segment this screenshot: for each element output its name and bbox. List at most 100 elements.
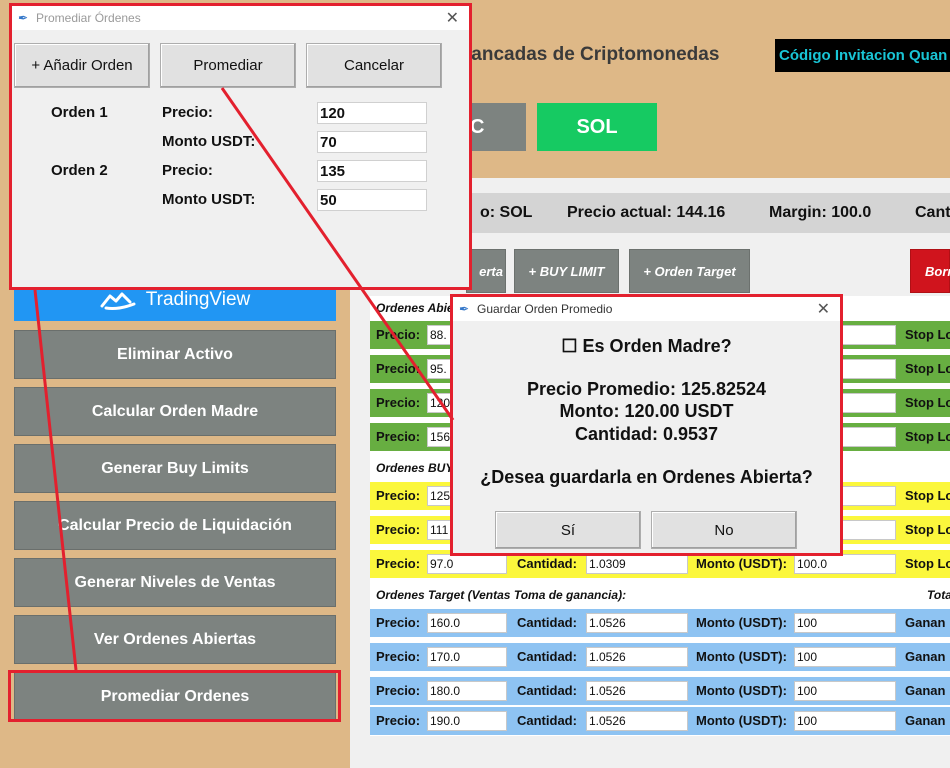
- coin-button-sol[interactable]: SOL: [537, 103, 657, 151]
- generar-buy-limits-button[interactable]: Generar Buy Limits: [14, 444, 336, 493]
- monto-field[interactable]: 100.0: [794, 554, 896, 574]
- precio-promedio-text: Precio Promedio: 125.82524: [526, 379, 767, 399]
- target-order-row: Precio: 160.0 Cantidad: 1.0526 Monto (US…: [370, 609, 950, 637]
- cantidad-field[interactable]: 1.0309: [586, 554, 688, 574]
- precio-label: Precio:: [376, 683, 421, 698]
- precio-field[interactable]: 160.0: [427, 613, 507, 633]
- stop-loss-label: Stop Lo: [905, 522, 950, 537]
- orden-2-precio-input[interactable]: 135: [317, 160, 427, 182]
- promediar-ordenes-dialog: ✒ Promediar Órdenes ✕ + Añadir Orden Pro…: [9, 3, 472, 290]
- monto-label: Monto (USDT):: [696, 615, 787, 630]
- orden-2-label: Orden 2: [51, 162, 108, 179]
- stop-loss-label: Stop Lo: [905, 488, 950, 503]
- monto-field[interactable]: 100: [794, 647, 896, 667]
- current-price-label: Precio actual: 144.16: [567, 204, 726, 221]
- add-buy-limit-button[interactable]: + BUY LIMIT: [514, 249, 619, 293]
- cantidad-label: Cantidad:: [517, 683, 577, 698]
- cancel-button[interactable]: Cancelar: [306, 43, 442, 88]
- ganancia-label: Ganan: [905, 649, 946, 664]
- target-total-label: Tota: [927, 588, 950, 602]
- target-order-row: Precio: 190.0 Cantidad: 1.0526 Monto (US…: [370, 707, 950, 735]
- precio-label: Precio:: [162, 162, 213, 179]
- precio-label: Precio:: [376, 361, 421, 376]
- ordenes-abiertas-title: Ordenes Abie: [376, 301, 454, 315]
- orden-1-precio-input[interactable]: 120: [317, 102, 427, 124]
- monto-label: Monto (USDT):: [696, 713, 787, 728]
- monto-label: Monto (USDT):: [696, 556, 787, 571]
- target-order-row: Precio: 180.0 Cantidad: 1.0526 Monto (US…: [370, 677, 950, 705]
- cantidad-field[interactable]: 1.0526: [586, 647, 688, 667]
- ganancia-label: Ganan: [905, 683, 946, 698]
- stop-loss-label: Stop Lo: [905, 556, 950, 571]
- precio-field[interactable]: 97.0: [427, 554, 507, 574]
- stop-loss-label: Stop Lo: [905, 429, 950, 444]
- precio-label: Precio:: [376, 615, 421, 630]
- add-order-button[interactable]: + Añadir Orden: [14, 43, 150, 88]
- cantidad-label: Cantidad:: [517, 649, 577, 664]
- margin-label: Margin: 100.0: [769, 204, 872, 221]
- dialog-title: Promediar Órdenes: [36, 11, 141, 25]
- close-icon[interactable]: ✕: [817, 299, 830, 319]
- ganancia-label: Ganan: [905, 713, 946, 728]
- ordenes-buy-title: Ordenes BUY: [376, 461, 454, 475]
- promediar-button[interactable]: Promediar: [160, 43, 296, 88]
- monto-usdt-label: Monto USDT:: [162, 191, 256, 208]
- yes-button[interactable]: Sí: [495, 511, 641, 549]
- precio-label: Precio:: [376, 327, 421, 342]
- cantidad-field[interactable]: 1.0526: [586, 711, 688, 731]
- feather-icon: ✒: [18, 11, 29, 25]
- close-icon[interactable]: ✕: [446, 8, 459, 28]
- calcular-precio-liquidacion-button[interactable]: Calcular Precio de Liquidación: [14, 501, 336, 550]
- eliminar-activo-button[interactable]: Eliminar Activo: [14, 330, 336, 379]
- precio-field[interactable]: 180.0: [427, 681, 507, 701]
- stop-loss-label: Stop Lo: [905, 395, 950, 410]
- alerta-button[interactable]: erta: [466, 249, 506, 293]
- monto-field[interactable]: 100: [794, 613, 896, 633]
- cantidad-label: Cantidad:: [517, 713, 577, 728]
- cantidad-field[interactable]: 1.0526: [586, 681, 688, 701]
- invite-code-badge[interactable]: Código Invitacion Quan: [775, 39, 950, 72]
- dialog-titlebar[interactable]: ✒ Promediar Órdenes ✕: [12, 6, 469, 30]
- cantidad-field[interactable]: 1.0526: [586, 613, 688, 633]
- dialog-titlebar[interactable]: ✒ Guardar Orden Promedio ✕: [453, 297, 840, 321]
- precio-field[interactable]: 170.0: [427, 647, 507, 667]
- target-order-row: Precio: 170.0 Cantidad: 1.0526 Monto (US…: [370, 643, 950, 671]
- borrar-button[interactable]: Borr: [910, 249, 950, 293]
- orden-1-label: Orden 1: [51, 104, 108, 121]
- cantidad-label: Cantidad:: [517, 556, 577, 571]
- cantidad-label: Cant: [915, 204, 950, 221]
- calcular-orden-madre-button[interactable]: Calcular Orden Madre: [14, 387, 336, 436]
- orden-madre-checkbox[interactable]: ☐ Es Orden Madre?: [453, 336, 840, 357]
- precio-label: Precio:: [376, 556, 421, 571]
- highlight-frame: [8, 670, 341, 722]
- precio-label: Precio:: [376, 522, 421, 537]
- add-orden-target-button[interactable]: + Orden Target: [629, 249, 750, 293]
- orden-2-monto-input[interactable]: 50: [317, 189, 427, 211]
- precio-label: Precio:: [376, 488, 421, 503]
- dialog-title: Guardar Orden Promedio: [477, 302, 613, 316]
- generar-niveles-ventas-button[interactable]: Generar Niveles de Ventas: [14, 558, 336, 607]
- ganancia-label: Ganan: [905, 615, 946, 630]
- orden-1-monto-input[interactable]: 70: [317, 131, 427, 153]
- feather-icon: ✒: [459, 302, 470, 316]
- monto-label: Monto (USDT):: [696, 683, 787, 698]
- monto-field[interactable]: 100: [794, 711, 896, 731]
- ordenes-target-title: Ordenes Target (Ventas Toma de ganancia)…: [376, 588, 627, 602]
- ver-ordenes-abiertas-button[interactable]: Ver Ordenes Abiertas: [14, 615, 336, 664]
- save-question-text: ¿Desea guardarla en Ordenes Abierta?: [480, 467, 813, 487]
- stop-loss-label: Stop Lo: [905, 327, 950, 342]
- monto-field[interactable]: 100: [794, 681, 896, 701]
- monto-text: Monto: 120.00 USDT: [559, 401, 734, 421]
- active-asset-label: o: SOL: [480, 204, 533, 221]
- stop-loss-label: Stop Lo: [905, 361, 950, 376]
- monto-usdt-label: Monto USDT:: [162, 133, 256, 150]
- precio-field[interactable]: 190.0: [427, 711, 507, 731]
- monto-label: Monto (USDT):: [696, 649, 787, 664]
- cantidad-label: Cantidad:: [517, 615, 577, 630]
- tradingview-logo-icon: [100, 292, 136, 310]
- cantidad-text: Cantidad: 0.9537: [574, 424, 719, 444]
- tradingview-label: TradingView: [145, 288, 251, 310]
- no-button[interactable]: No: [651, 511, 797, 549]
- guardar-orden-promedio-dialog: ✒ Guardar Orden Promedio ✕ ☐ Es Orden Ma…: [450, 294, 843, 556]
- precio-label: Precio:: [162, 104, 213, 121]
